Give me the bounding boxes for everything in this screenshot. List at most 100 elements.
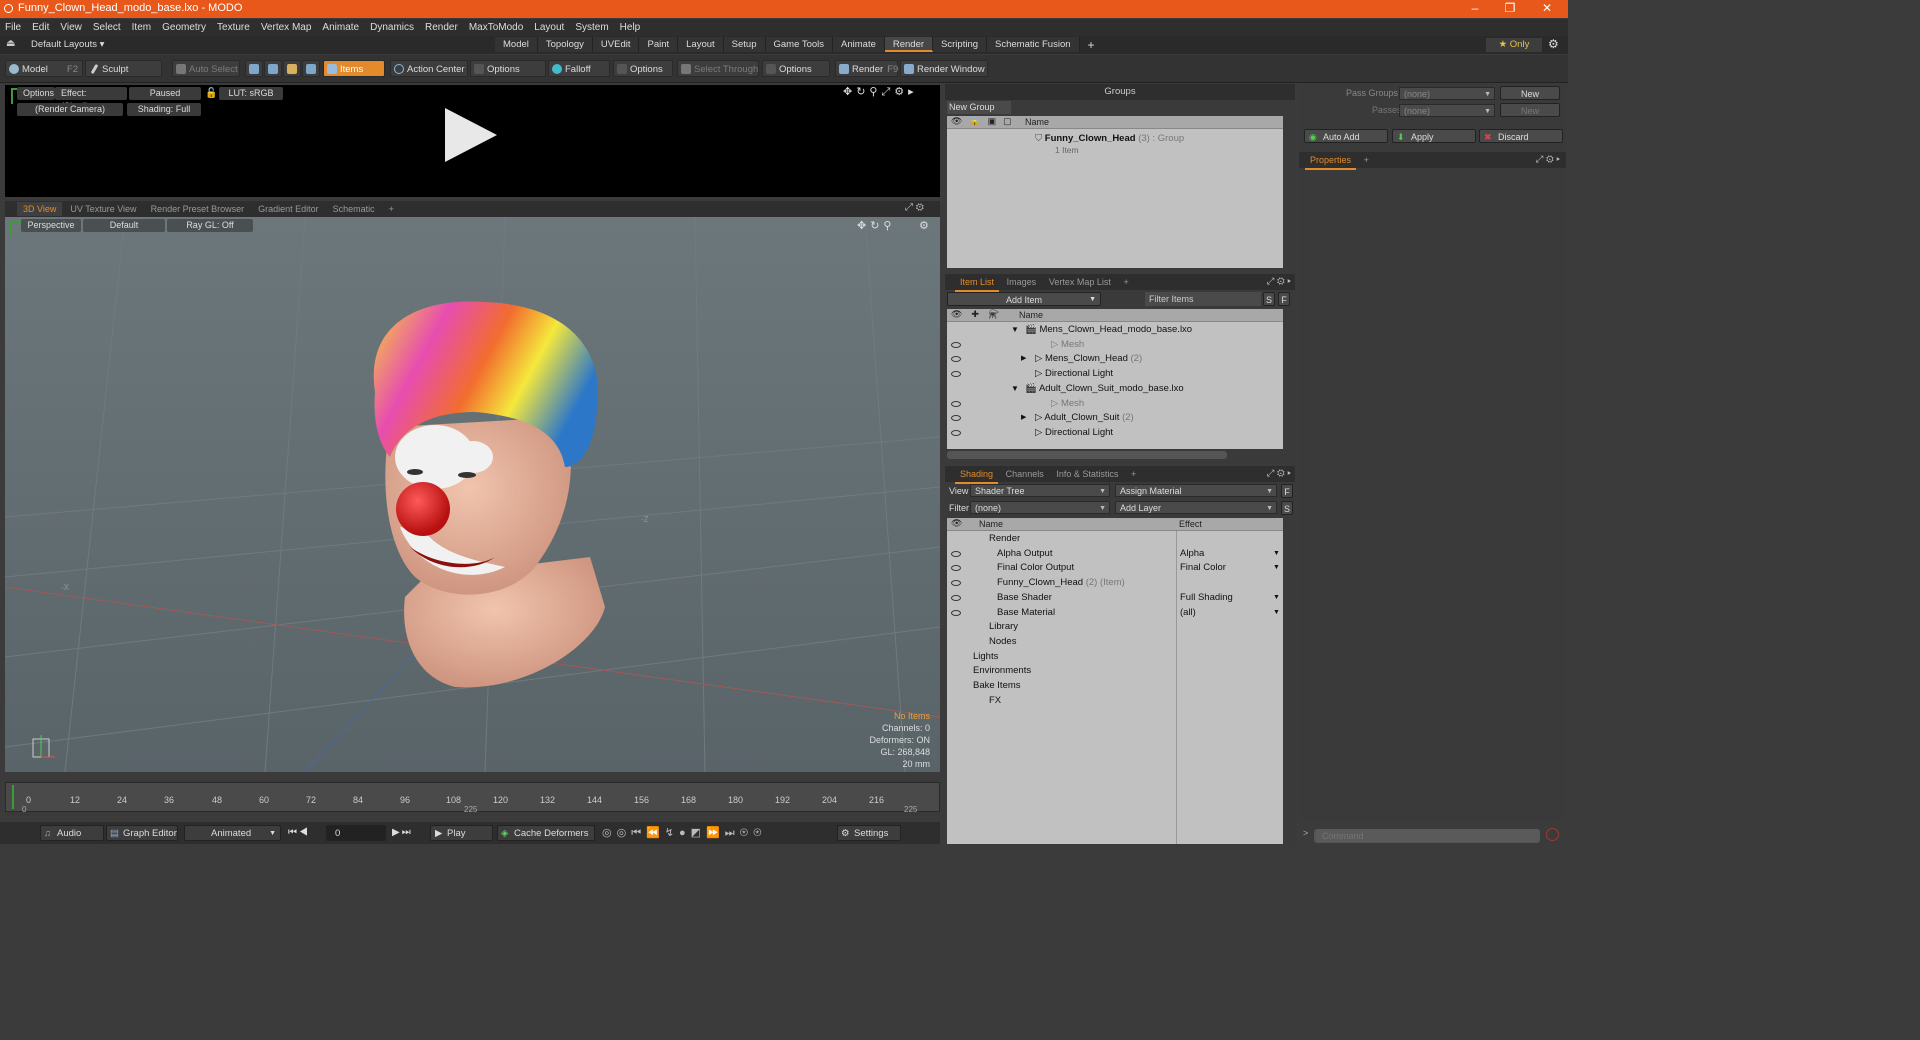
menu-maxtomodo[interactable]: MaxToModo	[469, 22, 523, 33]
maximize-button[interactable]: ❐	[1495, 1, 1525, 17]
shader-effect[interactable]: Full Shading	[1180, 591, 1233, 605]
pass-groups-dropdown[interactable]: (none)	[1399, 87, 1495, 101]
menu-system[interactable]: System	[575, 22, 608, 33]
command-field[interactable]	[1316, 829, 1540, 842]
options-button-1[interactable]: Options	[470, 60, 546, 77]
3d-viewport[interactable]: Perspective Default Ray GL: Off ✥↻⚲ ⚙ -X…	[5, 217, 940, 772]
tab-gradient-editor[interactable]: Gradient Editor	[252, 202, 325, 216]
options-button-2[interactable]: Options	[613, 60, 673, 77]
collapse-arrow-icon[interactable]: ▶	[1021, 352, 1026, 366]
add-shading-tab[interactable]: +	[1126, 466, 1141, 482]
tab-render-preset-browser[interactable]: Render Preset Browser	[145, 202, 251, 216]
item-list-row[interactable]: ▷ Directional Light	[947, 367, 1283, 381]
shader-row[interactable]: Library	[947, 620, 1283, 634]
vertices-mode-button[interactable]	[245, 60, 263, 77]
menu-select[interactable]: Select	[93, 22, 121, 33]
shader-row[interactable]: Final Color Output Final Color ▼	[947, 561, 1283, 575]
add-tab-button[interactable]: +	[1088, 38, 1095, 52]
add-item-button[interactable]: Add Item ▼	[947, 292, 1101, 306]
menu-vertex-map[interactable]: Vertex Map	[261, 22, 312, 33]
tab-shading[interactable]: Shading	[955, 466, 999, 484]
viewport-gear-icon[interactable]: ⚙	[919, 219, 929, 232]
add-layer-dropdown[interactable]: Add Layer	[1115, 501, 1277, 515]
action-center-button[interactable]: Action Center	[390, 60, 468, 77]
assign-material-dropdown[interactable]: Assign Material	[1115, 484, 1277, 498]
items-mode-button[interactable]: Items	[323, 60, 385, 77]
tab-properties[interactable]: Properties	[1305, 152, 1357, 170]
frame-input[interactable]: 0	[326, 825, 386, 841]
item-list-expand-icon[interactable]: ⤢ ⚙ ▸	[1267, 274, 1291, 290]
cache-deformers-button[interactable]: ◈ Cache Deformers	[497, 825, 595, 841]
tab-schematic[interactable]: Schematic	[327, 202, 381, 216]
current-frame-marker[interactable]	[12, 785, 20, 809]
sculpt-button[interactable]: Sculpt	[85, 60, 162, 77]
item-list-s-button[interactable]: S	[1263, 292, 1275, 306]
audio-button[interactable]: ♫ Audio	[40, 825, 104, 841]
item-list-scrollbar[interactable]	[947, 451, 1227, 459]
falloff-button[interactable]: Falloff	[548, 60, 610, 77]
visibility-eye-icon[interactable]	[951, 550, 961, 557]
expand-arrow-icon[interactable]: ▼	[1011, 323, 1019, 337]
tab-vertex-map-list[interactable]: Vertex Map List	[1044, 274, 1116, 290]
tab-topology[interactable]: Topology	[537, 37, 593, 52]
polygons-mode-button[interactable]	[283, 60, 301, 77]
shader-row[interactable]: Alpha Output Alpha ▼	[947, 547, 1283, 561]
render-button[interactable]: Render F9	[835, 60, 898, 77]
chevron-down-icon[interactable]: ▼	[1273, 561, 1280, 575]
chevron-down-icon[interactable]: ▼	[1273, 606, 1280, 620]
expand-arrow-icon[interactable]: ▼	[1011, 382, 1019, 396]
edges-mode-button[interactable]	[264, 60, 282, 77]
menu-render[interactable]: Render	[425, 22, 458, 33]
apply-button[interactable]: ⬇ Apply	[1392, 129, 1476, 143]
preview-nav-icons[interactable]: ✥↻⚲⤢⚙▸	[843, 85, 918, 99]
tab-channels[interactable]: Channels	[1001, 466, 1049, 482]
visibility-eye-icon[interactable]	[951, 580, 961, 587]
shader-row[interactable]: Funny_Clown_Head (2) (Item)	[947, 576, 1283, 590]
shading-expand-icon[interactable]: ⤢ ⚙ ▸	[1267, 466, 1291, 482]
auto-add-button[interactable]: ◉ Auto Add	[1304, 129, 1388, 143]
chevron-down-icon[interactable]: ▼	[1273, 547, 1280, 561]
shader-row[interactable]: Base Shader Full Shading ▼	[947, 591, 1283, 605]
visibility-eye-icon[interactable]	[951, 371, 961, 378]
play-icon[interactable]	[445, 108, 497, 162]
shader-row[interactable]: Lights	[947, 650, 1283, 664]
shader-effect[interactable]: Alpha	[1180, 547, 1204, 561]
materials-mode-button[interactable]	[302, 60, 320, 77]
item-list-row[interactable]: ▷ Mesh	[947, 338, 1283, 352]
auto-select-button[interactable]: Auto Select	[172, 60, 240, 77]
item-list-f-button[interactable]: F	[1278, 292, 1290, 306]
tab-info-statistics[interactable]: Info & Statistics	[1051, 466, 1123, 482]
tab-images[interactable]: Images	[1002, 274, 1042, 290]
tab-model[interactable]: Model	[495, 37, 538, 52]
viewport-nav-icons[interactable]: ✥↻⚲	[857, 219, 896, 232]
visibility-eye-icon[interactable]	[951, 429, 961, 436]
gear-icon[interactable]: ⚙	[1548, 37, 1559, 51]
discard-button[interactable]: ✖ Discard	[1479, 129, 1563, 143]
new-pass-button[interactable]: New	[1500, 103, 1560, 117]
preview-camera-dropdown[interactable]: (Render Camera)	[17, 103, 123, 116]
render-preview[interactable]: Options Effect: (Shadi... Paused 🔓 LUT: …	[5, 85, 940, 197]
tab-setup[interactable]: Setup	[723, 37, 766, 52]
visibility-eye-icon[interactable]	[951, 594, 961, 601]
shader-effect[interactable]: Final Color	[1180, 561, 1226, 575]
new-pass-group-button[interactable]: New	[1500, 86, 1560, 100]
settings-button[interactable]: ⚙ Settings	[837, 825, 901, 841]
timeline-ruler[interactable]: 0 12 24 36 48 60 72 84 96 108 120 132 14…	[5, 782, 940, 814]
tab-schematic-fusion[interactable]: Schematic Fusion	[987, 37, 1080, 52]
add-item-list-tab[interactable]: +	[1118, 274, 1133, 290]
shader-effect[interactable]: (all)	[1180, 606, 1196, 620]
timeline[interactable]: 0 12 24 36 48 60 72 84 96 108 120 132 14…	[5, 780, 940, 816]
visibility-eye-icon[interactable]	[951, 565, 961, 572]
shader-row[interactable]: Environments	[947, 664, 1283, 678]
command-record-icon[interactable]	[1546, 828, 1559, 841]
menu-file[interactable]: File	[5, 22, 21, 33]
tab-3d-view[interactable]: 3D View	[17, 202, 63, 216]
menu-dynamics[interactable]: Dynamics	[370, 22, 414, 33]
viewport-expand-icon[interactable]: ⤢ ⚙	[905, 202, 924, 213]
shader-row[interactable]: Nodes	[947, 635, 1283, 649]
preview-effect-dropdown[interactable]: Effect: (Shadi...	[55, 87, 127, 111]
preview-paused-button[interactable]: Paused	[129, 87, 201, 100]
graph-editor-button[interactable]: ▤ Graph Editor	[106, 825, 178, 841]
collapse-arrow-icon[interactable]: ▶	[1021, 411, 1026, 425]
filter-items-input[interactable]: Filter Items	[1145, 292, 1261, 306]
